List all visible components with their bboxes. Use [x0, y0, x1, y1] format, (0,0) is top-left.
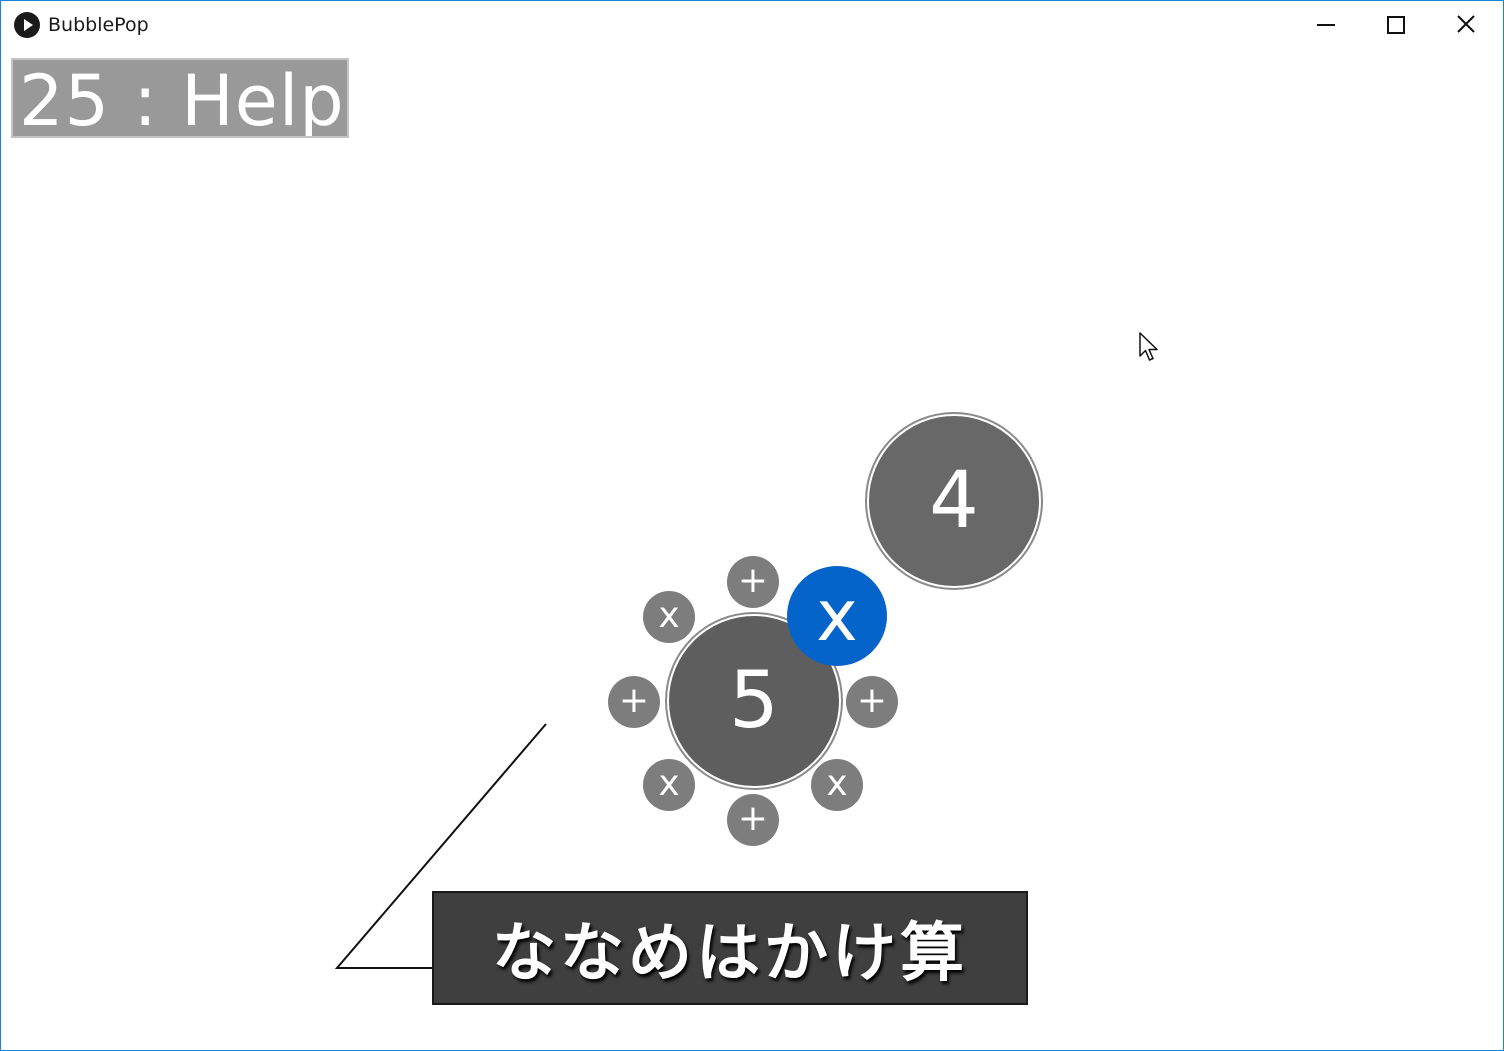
- times-operator-top-left[interactable]: x: [643, 591, 695, 643]
- times-icon: x: [826, 763, 848, 804]
- score-help-box[interactable]: 25 : Help: [11, 58, 349, 138]
- app-window: BubblePop 25 : Help 4 5 + + + + x x x x …: [0, 0, 1504, 1051]
- caption-box: ななめはかけ算: [432, 891, 1028, 1005]
- plus-operator-right[interactable]: +: [846, 676, 898, 728]
- plus-icon: +: [856, 680, 888, 721]
- bubble-value: 5: [729, 656, 779, 746]
- mouse-cursor-icon: [1139, 332, 1158, 361]
- close-icon: [1457, 15, 1475, 33]
- times-icon: x: [658, 595, 680, 636]
- minimize-button[interactable]: [1291, 1, 1361, 47]
- close-button[interactable]: [1431, 1, 1501, 47]
- maximize-button[interactable]: [1361, 1, 1431, 47]
- plus-icon: +: [618, 680, 650, 721]
- app-play-icon: [14, 12, 40, 38]
- selected-times-operator[interactable]: x: [787, 566, 887, 666]
- plus-operator-bottom[interactable]: +: [727, 794, 779, 846]
- plus-operator-top[interactable]: +: [727, 556, 779, 608]
- number-bubble-4[interactable]: 4: [869, 416, 1039, 586]
- plus-icon: +: [737, 560, 769, 601]
- score-text: 25 : Help: [19, 60, 345, 138]
- caption-text: ななめはかけ算: [492, 917, 968, 991]
- times-icon: x: [658, 763, 680, 804]
- plus-icon: +: [737, 798, 769, 839]
- times-operator-bottom-right[interactable]: x: [811, 759, 863, 811]
- times-icon: x: [816, 575, 858, 657]
- title-bar[interactable]: BubblePop: [1, 1, 1503, 47]
- bubble-value: 4: [929, 456, 979, 546]
- window-title: BubblePop: [48, 14, 149, 36]
- times-operator-bottom-left[interactable]: x: [643, 759, 695, 811]
- plus-operator-left[interactable]: +: [608, 676, 660, 728]
